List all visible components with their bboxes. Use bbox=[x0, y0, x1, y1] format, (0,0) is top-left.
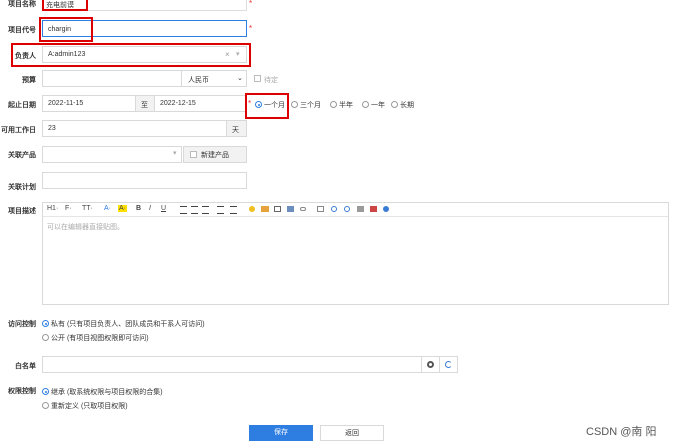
toolbar-button[interactable]: A· bbox=[104, 205, 111, 212]
toolbar-button[interactable]: H1· bbox=[47, 205, 58, 212]
date-separator-text: 至 bbox=[141, 102, 148, 109]
highlight-code bbox=[39, 17, 93, 42]
highlight-name bbox=[42, 0, 88, 11]
align-left-icon[interactable] bbox=[180, 206, 187, 214]
project-code-label: 项目代号 bbox=[8, 27, 36, 34]
end-date-value: 2022-12-15 bbox=[160, 100, 196, 107]
access-label: 访问控制 bbox=[8, 321, 36, 328]
duration-option-label: 长期 bbox=[400, 102, 414, 109]
align-center-icon[interactable] bbox=[191, 206, 198, 214]
link-icon[interactable] bbox=[300, 207, 306, 211]
whitelist-label: 白名单 bbox=[15, 363, 36, 370]
workdays-input[interactable] bbox=[42, 120, 227, 137]
fullscreen-icon[interactable] bbox=[383, 206, 389, 212]
new-product-label: 新建产品 bbox=[201, 152, 229, 159]
description-editor[interactable] bbox=[42, 202, 669, 305]
required-mark: * bbox=[249, 24, 253, 33]
budget-tbd-label: 待定 bbox=[264, 77, 278, 84]
toolbar-button[interactable]: TT· bbox=[82, 205, 93, 212]
toolbar-button[interactable]: F· bbox=[65, 205, 72, 212]
duration-option-label: 半年 bbox=[339, 102, 353, 109]
permission-radio[interactable] bbox=[42, 402, 49, 409]
chevron-down-icon: ▾ bbox=[173, 150, 177, 157]
product-select[interactable] bbox=[42, 146, 182, 163]
budget-tbd-checkbox[interactable] bbox=[254, 75, 261, 82]
media-icon[interactable] bbox=[274, 206, 281, 212]
workdays-value: 23 bbox=[48, 125, 56, 132]
toolbar-button[interactable]: B bbox=[136, 205, 141, 212]
new-product-checkbox[interactable] bbox=[190, 151, 197, 158]
plan-label: 关联计划 bbox=[8, 184, 36, 191]
description-label: 项目描述 bbox=[8, 208, 36, 215]
watermark: CSDN @南 阳 bbox=[586, 426, 657, 438]
clear-format-icon[interactable] bbox=[357, 206, 364, 212]
toolbar-button[interactable]: A· bbox=[118, 205, 127, 212]
table-icon[interactable] bbox=[317, 206, 324, 212]
budget-input[interactable] bbox=[42, 70, 182, 87]
source-icon[interactable] bbox=[370, 206, 377, 212]
access-radio[interactable] bbox=[42, 320, 49, 327]
plan-select[interactable] bbox=[42, 172, 247, 189]
permission-option-label: 继承 (取系统权限与项目权限的合集) bbox=[51, 389, 163, 396]
date-range-label: 起止日期 bbox=[8, 102, 36, 109]
gear-icon bbox=[427, 361, 434, 368]
project-name-label: 项目名称 bbox=[8, 1, 36, 8]
access-radio[interactable] bbox=[42, 334, 49, 341]
back-button[interactable]: 返回 bbox=[320, 425, 384, 441]
duration-option-label: 一年 bbox=[371, 102, 385, 109]
code-icon[interactable] bbox=[287, 206, 294, 212]
list-ordered-icon[interactable] bbox=[217, 206, 224, 214]
access-option-label: 私有 (只有项目负责人、团队成员和干系人可访问) bbox=[51, 321, 205, 328]
duration-radio[interactable] bbox=[330, 101, 337, 108]
whitelist-select[interactable] bbox=[42, 356, 422, 373]
workdays-unit-text: 天 bbox=[232, 127, 239, 134]
duration-radio[interactable] bbox=[391, 101, 398, 108]
image-icon[interactable] bbox=[261, 206, 269, 212]
permission-radio[interactable] bbox=[42, 388, 49, 395]
duration-option-label: 一个月 bbox=[264, 102, 285, 109]
emoji-icon[interactable] bbox=[249, 206, 255, 212]
duration-option-label: 三个月 bbox=[300, 102, 321, 109]
budget-label: 预算 bbox=[22, 77, 36, 84]
chevron-down-icon: ⌄ bbox=[237, 75, 243, 82]
product-label: 关联产品 bbox=[8, 152, 36, 159]
save-button[interactable]: 保存 bbox=[249, 425, 313, 441]
required-mark: * bbox=[249, 0, 253, 8]
undo-icon[interactable] bbox=[331, 206, 337, 212]
align-right-icon[interactable] bbox=[202, 206, 209, 214]
duration-radio[interactable] bbox=[362, 101, 369, 108]
permission-label: 权限控制 bbox=[8, 388, 36, 395]
toolbar-button[interactable]: U bbox=[161, 205, 166, 212]
start-date-value: 2022-11-15 bbox=[48, 100, 84, 107]
duration-radio[interactable] bbox=[291, 101, 298, 108]
list-bulleted-icon[interactable] bbox=[230, 206, 237, 214]
description-placeholder: 可以在编辑器直接贴图。 bbox=[47, 224, 124, 231]
duration-radio[interactable] bbox=[255, 101, 262, 108]
access-option-label: 公开 (有项目视图权限即可访问) bbox=[51, 335, 149, 342]
toolbar-button[interactable]: I bbox=[149, 205, 151, 212]
permission-option-label: 重新定义 (只取项目权限) bbox=[51, 403, 128, 410]
redo-icon[interactable] bbox=[344, 206, 350, 212]
workdays-label: 可用工作日 bbox=[1, 127, 36, 134]
refresh-icon bbox=[445, 361, 452, 368]
highlight-owner bbox=[11, 43, 251, 67]
currency-value: 人民币 bbox=[188, 77, 209, 84]
